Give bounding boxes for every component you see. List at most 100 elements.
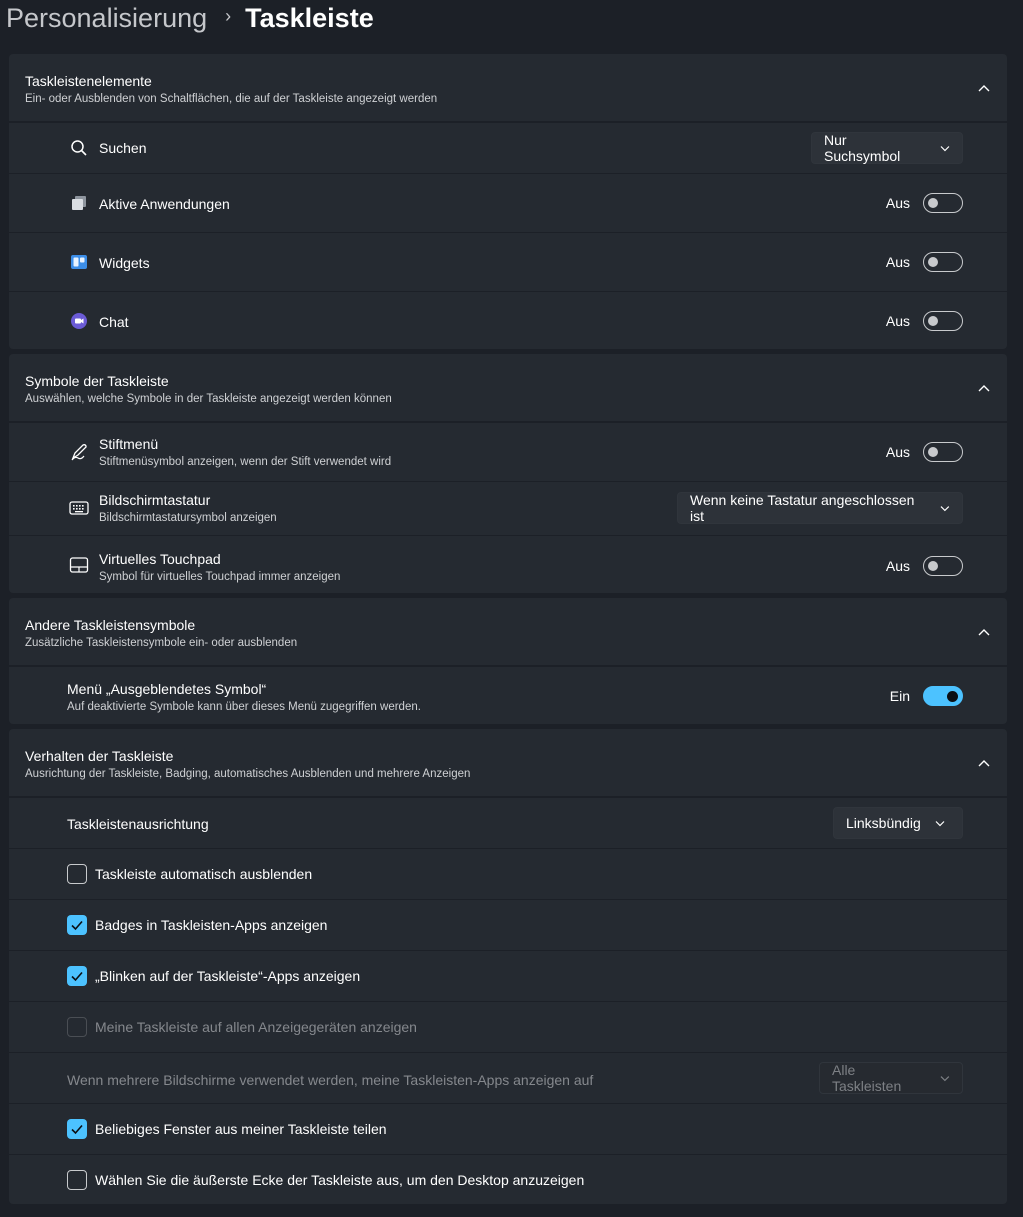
chevron-up-icon[interactable] — [977, 757, 991, 769]
touch-keyboard-label: Bildschirmtastatur — [99, 492, 211, 508]
toggle-state-text: Ein — [889, 688, 910, 704]
checkmark-icon — [71, 920, 83, 931]
widgets-label: Widgets — [99, 255, 150, 271]
all-displays-checkbox[interactable] — [67, 1017, 87, 1037]
flashing-checkbox[interactable] — [67, 966, 87, 986]
all-displays-label: Meine Taskleiste auf allen Anzeigegeräte… — [95, 1019, 417, 1035]
breadcrumb: Personalisierung › Taskleiste — [6, 0, 374, 36]
pen-menu-description: Stiftmenüsymbol anzeigen, wenn der Stift… — [99, 456, 392, 468]
hidden-icon-menu-toggle[interactable] — [923, 686, 963, 706]
chevron-down-icon — [940, 505, 950, 511]
search-label: Suchen — [99, 140, 147, 156]
autohide-row: Taskleiste automatisch ausblenden — [9, 848, 1007, 899]
multi-monitor-label: Wenn mehrere Bildschirme verwendet werde… — [67, 1072, 594, 1088]
active-apps-toggle-group: Aus — [886, 193, 963, 213]
search-icon — [69, 138, 89, 158]
virtual-touchpad-label: Virtuelles Touchpad — [99, 551, 221, 567]
touch-keyboard-description: Bildschirmtastatursymbol anzeigen — [99, 512, 277, 524]
chat-icon — [69, 311, 89, 331]
hidden-icon-menu-label: Menü „Ausgeblendetes Symbol“ — [67, 681, 267, 697]
toggle-state-text: Aus — [885, 444, 910, 460]
section-subtitle: Auswählen, welche Symbole in der Tasklei… — [25, 393, 392, 405]
pen-menu-label: Stiftmenü — [99, 436, 159, 452]
share-window-checkbox[interactable] — [67, 1119, 87, 1139]
corner-desktop-row: Wählen Sie die äußerste Ecke der Tasklei… — [9, 1154, 1007, 1205]
hidden-icon-menu-description: Auf deaktivierte Symbole kann über diese… — [67, 701, 421, 713]
widgets-icon — [69, 252, 89, 272]
section-subtitle: Ein- oder Ausblenden von Schaltflächen, … — [25, 93, 438, 105]
other-symbols-header[interactable]: Andere Taskleistensymbole Zusätzliche Ta… — [9, 598, 1007, 666]
taskbar-alignment-row: Taskleistenausrichtung Linksbündig — [9, 797, 1007, 848]
taskbar-items-section: Taskleistenelemente Ein- oder Ausblenden… — [9, 54, 1007, 349]
badges-row: Badges in Taskleisten-Apps anzeigen — [9, 899, 1007, 950]
other-symbols-section: Andere Taskleistensymbole Zusätzliche Ta… — [9, 598, 1007, 724]
checkmark-icon — [71, 971, 83, 982]
section-title: Andere Taskleistensymbole — [25, 617, 196, 633]
taskbar-alignment-dropdown[interactable]: Linksbündig — [833, 807, 963, 839]
pen-menu-row: Stiftmenü Stiftmenüsymbol anzeigen, wenn… — [9, 422, 1007, 481]
section-title: Symbole der Taskleiste — [25, 373, 169, 389]
active-apps-row: Aktive Anwendungen Aus — [9, 173, 1007, 232]
dropdown-value: Alle Taskleisten — [832, 1062, 902, 1094]
keyboard-icon — [69, 498, 89, 518]
page-title: Taskleiste — [245, 2, 374, 33]
chat-row: Chat Aus — [9, 291, 1007, 349]
chevron-up-icon[interactable] — [977, 82, 991, 94]
multi-monitor-row: Wenn mehrere Bildschirme verwendet werde… — [9, 1052, 1007, 1103]
taskbar-behavior-header[interactable]: Verhalten der Taskleiste Ausrichtung der… — [9, 729, 1007, 797]
virtual-touchpad-toggle-group: Aus — [886, 556, 963, 576]
corner-desktop-label: Wählen Sie die äußerste Ecke der Tasklei… — [95, 1172, 585, 1188]
pen-menu-toggle[interactable] — [923, 442, 963, 462]
dropdown-value: Wenn keine Tastatur angeschlossen ist — [690, 492, 915, 524]
corner-desktop-checkbox[interactable] — [67, 1170, 87, 1190]
toggle-state-text: Aus — [885, 195, 910, 211]
virtual-touchpad-toggle[interactable] — [923, 556, 963, 576]
breadcrumb-parent[interactable]: Personalisierung — [6, 3, 207, 34]
share-window-label: Beliebiges Fenster aus meiner Taskleiste… — [95, 1121, 387, 1137]
chevron-up-icon[interactable] — [977, 382, 991, 394]
hidden-icon-menu-toggle-group: Ein — [890, 686, 963, 706]
hidden-icon-menu-row: Menü „Ausgeblendetes Symbol“ Auf deaktiv… — [9, 666, 1007, 724]
chat-label: Chat — [99, 314, 129, 330]
search-mode-dropdown[interactable]: Nur Suchsymbol — [811, 132, 963, 164]
checkmark-icon — [71, 1124, 83, 1135]
widgets-toggle-group: Aus — [886, 252, 963, 272]
badges-checkbox[interactable] — [67, 915, 87, 935]
chevron-up-icon[interactable] — [977, 626, 991, 638]
touchpad-icon — [69, 555, 89, 575]
flashing-row: „Blinken auf der Taskleiste“-Apps anzeig… — [9, 950, 1007, 1001]
section-title: Verhalten der Taskleiste — [25, 748, 174, 764]
task-view-icon — [69, 193, 89, 213]
toggle-state-text: Aus — [885, 558, 910, 574]
section-subtitle: Zusätzliche Taskleistensymbole ein- oder… — [25, 637, 298, 649]
widgets-toggle[interactable] — [923, 252, 963, 272]
taskbar-behavior-section: Verhalten der Taskleiste Ausrichtung der… — [9, 729, 1007, 1204]
multi-monitor-dropdown[interactable]: Alle Taskleisten — [819, 1062, 963, 1094]
taskbar-alignment-label: Taskleistenausrichtung — [67, 816, 209, 832]
chevron-down-icon — [935, 820, 945, 826]
active-apps-toggle[interactable] — [923, 193, 963, 213]
share-window-row: Beliebiges Fenster aus meiner Taskleiste… — [9, 1103, 1007, 1154]
pen-icon — [69, 442, 89, 462]
pen-menu-toggle-group: Aus — [886, 442, 963, 462]
section-subtitle: Ausrichtung der Taskleiste, Badging, aut… — [25, 768, 471, 780]
breadcrumb-separator-icon: › — [225, 5, 232, 26]
autohide-label: Taskleiste automatisch ausblenden — [95, 866, 313, 882]
virtual-touchpad-description: Symbol für virtuelles Touchpad immer anz… — [99, 571, 341, 583]
chat-toggle-group: Aus — [886, 311, 963, 331]
autohide-checkbox[interactable] — [67, 864, 87, 884]
taskbar-symbols-section: Symbole der Taskleiste Auswählen, welche… — [9, 354, 1007, 593]
widgets-row: Widgets Aus — [9, 232, 1007, 291]
badges-label: Badges in Taskleisten-Apps anzeigen — [95, 917, 328, 933]
taskbar-symbols-header[interactable]: Symbole der Taskleiste Auswählen, welche… — [9, 354, 1007, 422]
dropdown-value: Linksbündig — [846, 815, 921, 831]
search-row: Suchen Nur Suchsymbol — [9, 122, 1007, 173]
all-displays-row: Meine Taskleiste auf allen Anzeigegeräte… — [9, 1001, 1007, 1052]
flashing-label: „Blinken auf der Taskleiste“-Apps anzeig… — [95, 968, 361, 984]
touch-keyboard-dropdown[interactable]: Wenn keine Tastatur angeschlossen ist — [677, 492, 963, 524]
taskbar-items-header[interactable]: Taskleistenelemente Ein- oder Ausblenden… — [9, 54, 1007, 122]
toggle-state-text: Aus — [885, 254, 910, 270]
touch-keyboard-row: Bildschirmtastatur Bildschirmtastatursym… — [9, 481, 1007, 535]
chat-toggle[interactable] — [923, 311, 963, 331]
active-apps-label: Aktive Anwendungen — [99, 196, 230, 212]
